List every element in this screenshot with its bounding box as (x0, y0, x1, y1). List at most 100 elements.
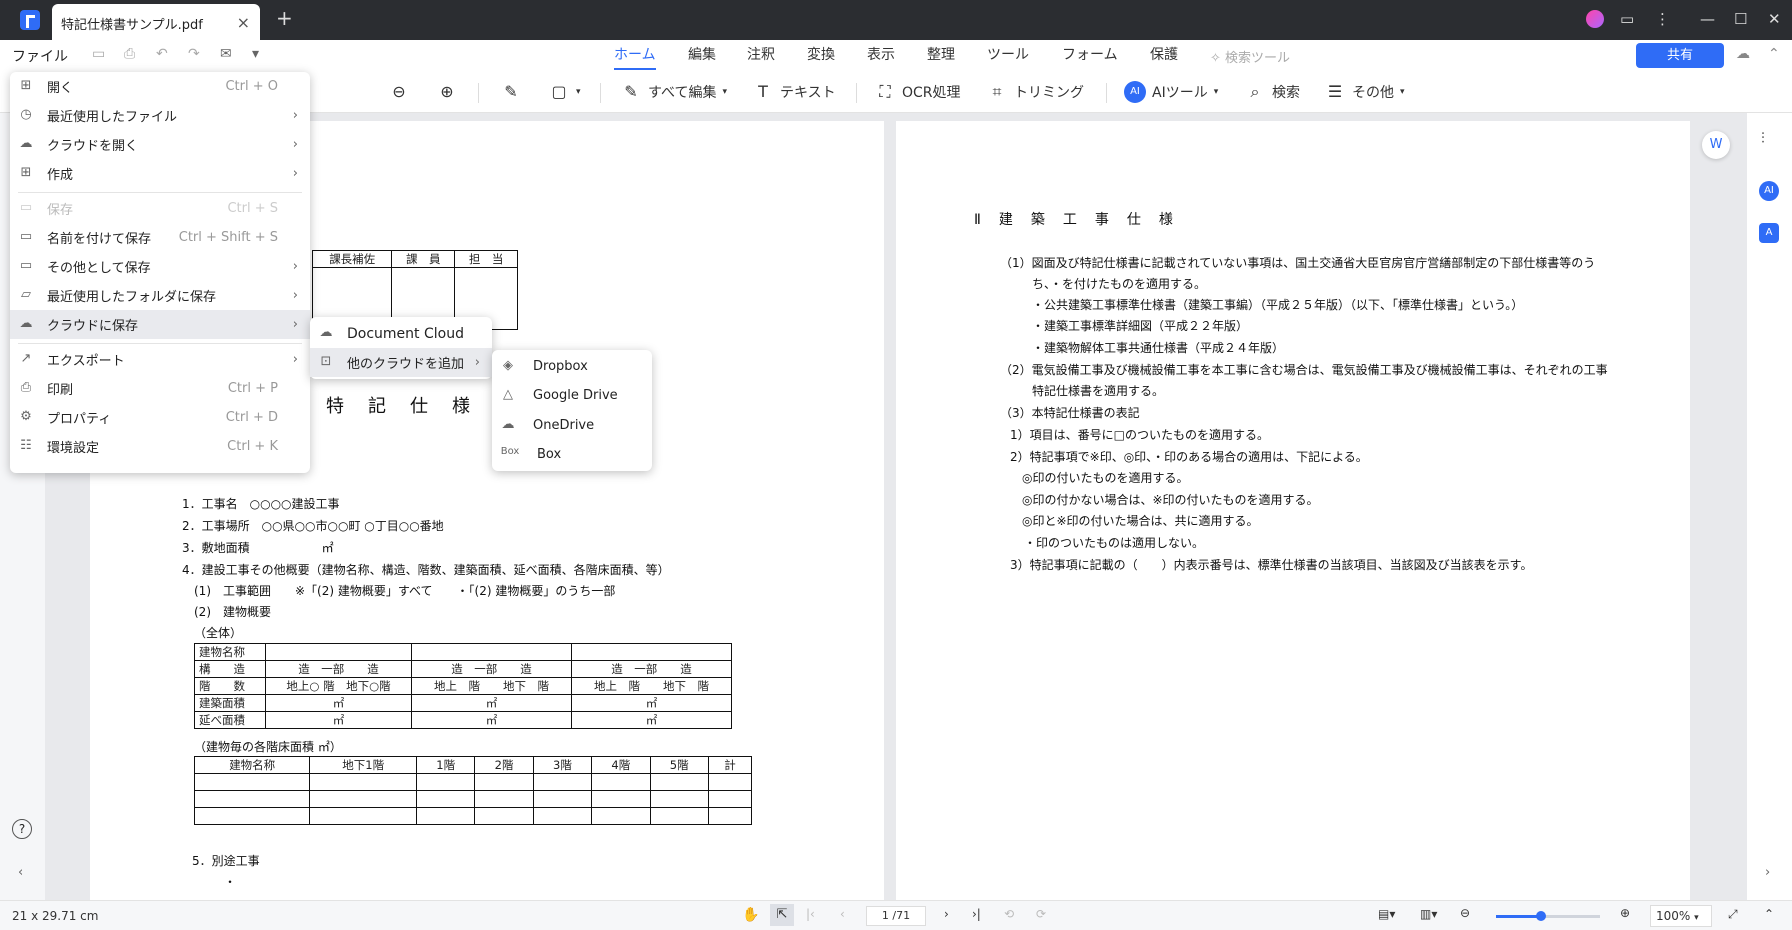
tab-convert[interactable]: 変換 (807, 44, 835, 68)
menu-item-label: 印刷 (47, 383, 74, 398)
document-tab[interactable]: 特記仕様書サンプル.pdf × (52, 4, 260, 40)
menu-item-open-cloud[interactable]: ☁ クラウドを開く › (10, 130, 310, 159)
scroll-up-icon[interactable]: ⌃ (1764, 907, 1774, 921)
menu-item-label: Dropbox (533, 359, 588, 374)
menu-item-properties[interactable]: ⚙ プロパティ Ctrl + D (10, 403, 310, 432)
help-icon[interactable]: ? (12, 819, 32, 839)
close-tab-icon[interactable]: × (237, 13, 250, 32)
new-tab-icon[interactable]: + (276, 6, 293, 30)
shortcut-label: Ctrl + Shift + S (178, 230, 278, 245)
hand-tool-icon[interactable]: ✋ (742, 907, 759, 923)
menu-item-create[interactable]: ⊞ 作成 › (10, 159, 310, 188)
rotate-icon[interactable]: ⟲ (1004, 907, 1014, 921)
tab-home[interactable]: ホーム (614, 44, 656, 70)
menu-item-onedrive[interactable]: ☁ OneDrive (492, 411, 652, 440)
customize-dropdown-icon[interactable]: ▾ (252, 46, 268, 62)
menu-item-print[interactable]: ⎙ 印刷 Ctrl + P (10, 374, 310, 403)
expand-right-icon[interactable]: › (1765, 865, 1770, 880)
prev-page-icon[interactable]: ‹ (840, 907, 845, 921)
search-button[interactable]: ⌕ 検索 (1244, 79, 1300, 105)
menu-item-add-other-cloud[interactable]: ⊡ 他のクラウドを追加 › (310, 348, 492, 377)
doc-line: ◎印と※印の付いた場合は、共に適用する。 (1022, 514, 1259, 528)
properties-icon[interactable]: ⫶ (1761, 129, 1765, 147)
translate-icon[interactable]: A (1759, 223, 1779, 243)
zoom-in-icon[interactable]: ⊕ (1620, 906, 1630, 920)
rotate-right-icon[interactable]: ⟳ (1036, 907, 1046, 921)
tab-tools[interactable]: ツール (987, 44, 1029, 68)
document-title: 特 記 仕 様 書 (326, 396, 515, 417)
menu-item-google-drive[interactable]: △ Google Drive (492, 381, 652, 410)
tab-view[interactable]: 表示 (867, 44, 895, 68)
zoom-in-button[interactable]: ⊕ (436, 79, 458, 105)
fit-page-icon[interactable]: ⤢ (1728, 907, 1738, 922)
page-number-input[interactable]: 1 /71 (866, 906, 926, 926)
file-menu-button[interactable]: ファイル (12, 46, 68, 66)
word-convert-icon[interactable]: W (1702, 131, 1730, 159)
zoom-slider-handle[interactable] (1536, 911, 1546, 921)
tab-organize[interactable]: 整理 (927, 44, 955, 68)
tab-comment[interactable]: 注釈 (747, 44, 775, 68)
edit-all-button[interactable]: ✎ すべて編集 ▾ (620, 79, 727, 105)
menu-item-preferences[interactable]: ☷ 環境設定 Ctrl + K (10, 432, 310, 461)
shape-button[interactable]: ▢ ▾ (548, 79, 581, 105)
menu-item-save-recent-folder[interactable]: ▱ 最近使用したフォルダに保存 › (10, 281, 310, 310)
menu-item-save-to-cloud[interactable]: ☁ クラウドに保存 › (10, 310, 310, 339)
mail-icon[interactable]: ✉ (220, 46, 236, 62)
text-button[interactable]: T テキスト (752, 79, 835, 105)
close-window-icon[interactable]: ✕ (1768, 10, 1781, 28)
app-logo[interactable] (20, 10, 40, 30)
shortcut-label: Ctrl + O (225, 79, 278, 94)
cloud-icon: ☁ (19, 135, 33, 151)
page-layout-icon[interactable]: ▤▾ (1378, 907, 1395, 921)
menu-item-save-as[interactable]: ▭ 名前を付けて保存 Ctrl + Shift + S (10, 223, 310, 252)
ai-tools-button[interactable]: AI AIツール ▾ (1124, 79, 1218, 105)
highlight-button[interactable]: ✎ (500, 79, 522, 105)
view-mode-icon[interactable]: ▥▾ (1420, 907, 1437, 921)
collapse-left-icon[interactable]: ‹ (18, 865, 23, 880)
tab-edit[interactable]: 編集 (688, 44, 716, 68)
menu-item-save-as-other[interactable]: ▭ その他として保存 › (10, 252, 310, 281)
print-icon[interactable]: ⎙ (124, 46, 140, 62)
zoom-level-select[interactable]: 100% ▾ (1650, 905, 1712, 927)
feedback-icon[interactable]: ▭ (1620, 10, 1634, 28)
menu-item-document-cloud[interactable]: ☁ Document Cloud (310, 319, 492, 348)
menu-item-save[interactable]: ▭ 保存 Ctrl + S (10, 194, 310, 223)
redo-icon[interactable]: ↷ (188, 46, 204, 62)
menu-item-open[interactable]: ⊞ 開く Ctrl + O (10, 72, 310, 101)
menu-item-recent-files[interactable]: ◷ 最近使用したファイル › (10, 101, 310, 130)
zoom-out-icon[interactable]: ⊖ (1460, 906, 1470, 920)
undo-icon[interactable]: ↶ (156, 46, 172, 62)
last-page-icon[interactable]: ›| (972, 907, 981, 921)
trim-button[interactable]: ⌗ トリミング (986, 79, 1084, 105)
tab-protect[interactable]: 保護 (1150, 44, 1178, 68)
cloud-upload-icon[interactable]: ☁ (1736, 46, 1752, 62)
share-button[interactable]: 共有 (1636, 43, 1724, 68)
menu-item-export[interactable]: ↗ エクスポート › (10, 345, 310, 374)
table-cell: ㎡ (264, 711, 413, 729)
ai-assistant-icon[interactable]: AI (1759, 181, 1779, 201)
table-header: 建物名称 (193, 756, 311, 774)
more-options-icon[interactable]: ⋮ (1655, 10, 1670, 28)
search-tools[interactable]: ✧ 検索ツール (1210, 47, 1290, 66)
zoom-slider[interactable] (1496, 911, 1600, 921)
first-page-icon[interactable]: |‹ (806, 907, 815, 921)
select-tool-icon[interactable]: ⇱ (770, 904, 794, 926)
menu-item-box[interactable]: Box Box (492, 440, 652, 469)
doc-line: （3）本特記仕様書の表記 (1000, 406, 1140, 420)
zoom-out-button[interactable]: ⊖ (388, 79, 410, 105)
more-button[interactable]: ☰ その他 ▾ (1324, 79, 1405, 105)
tab-form[interactable]: フォーム (1062, 44, 1118, 68)
toolbar-divider (478, 83, 479, 103)
maximize-icon[interactable]: ☐ (1734, 10, 1747, 28)
save-icon[interactable]: ▭ (92, 46, 108, 62)
menu-item-label: プロパティ (47, 412, 112, 427)
minimize-icon[interactable]: — (1700, 10, 1715, 28)
next-page-icon[interactable]: › (944, 907, 949, 921)
avatar[interactable] (1586, 10, 1604, 28)
ocr-button[interactable]: ⛶ OCR処理 (874, 79, 960, 105)
ai-tools-label: AIツール (1152, 85, 1208, 101)
chevron-down-icon: ▾ (576, 87, 581, 97)
doc-line: 特記仕様書を適用する。 (1032, 384, 1165, 398)
collapse-ribbon-icon[interactable]: ⌃ (1768, 46, 1784, 62)
menu-item-dropbox[interactable]: ◈ Dropbox (492, 352, 652, 381)
